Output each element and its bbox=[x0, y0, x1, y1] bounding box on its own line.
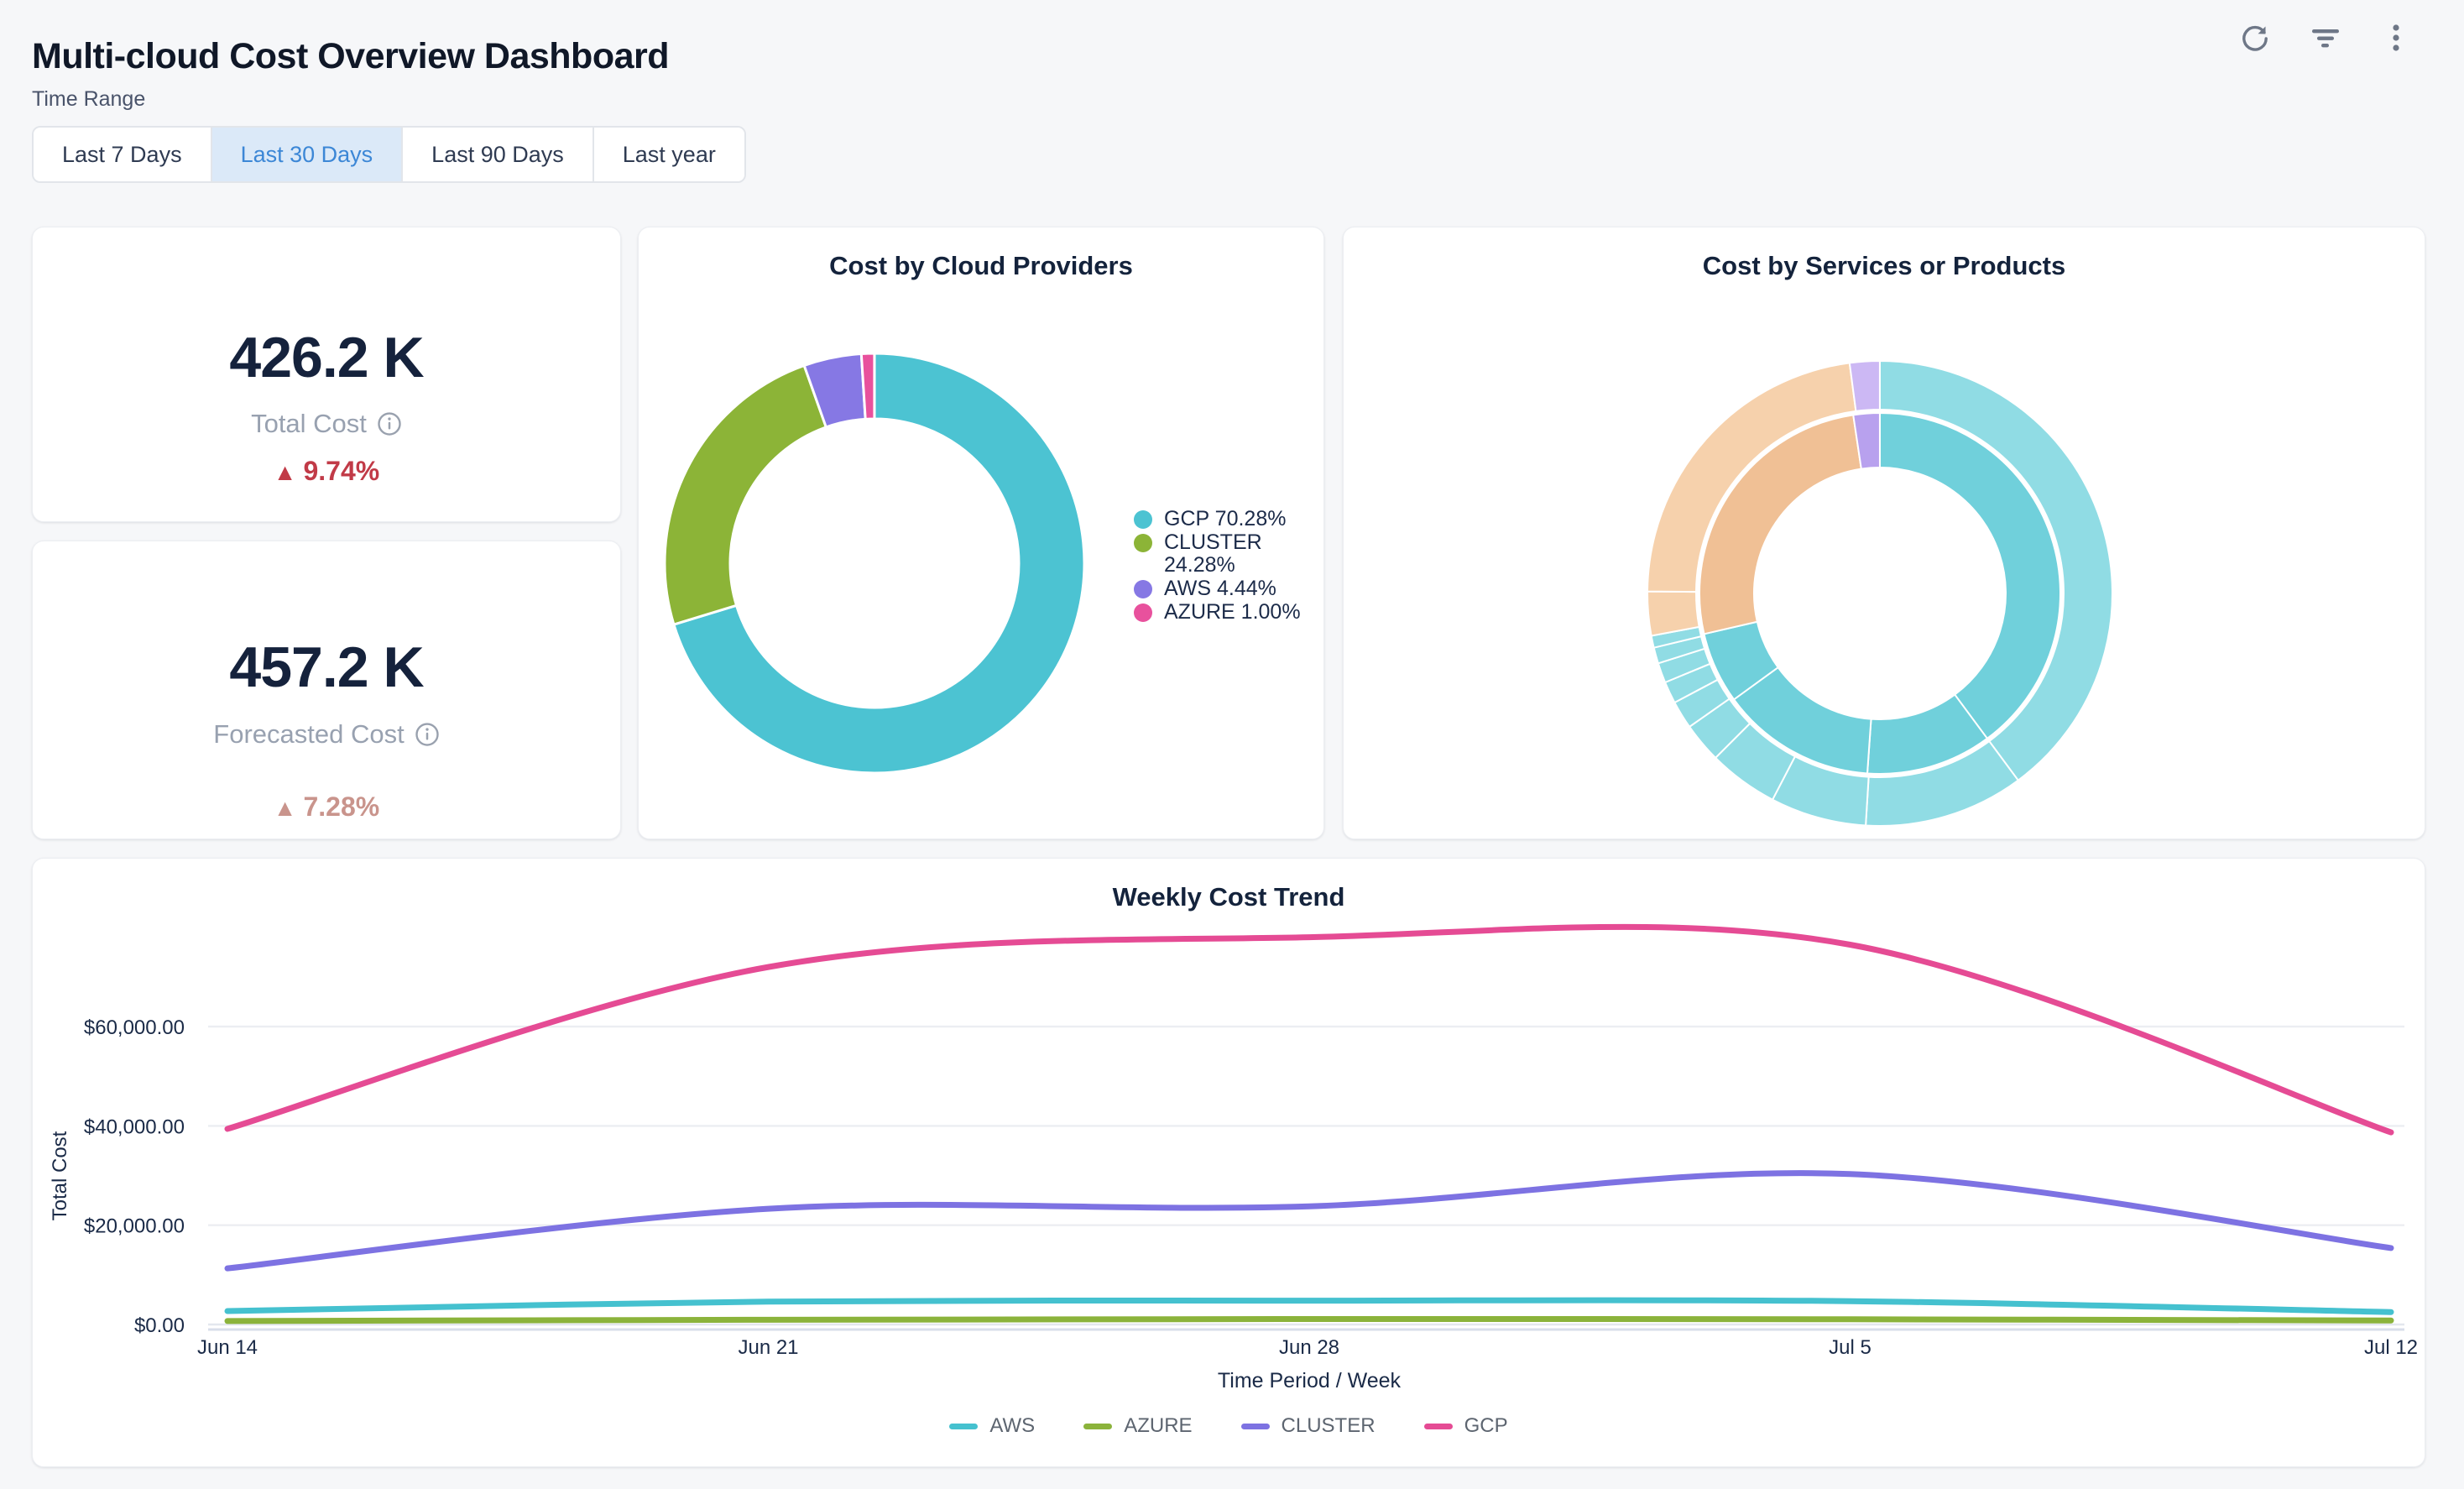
forecasted-cost-value: 457.2 K bbox=[33, 635, 620, 700]
legend-item-aws[interactable]: AWS 4.44% bbox=[1134, 577, 1306, 600]
forecasted-cost-label: Forecasted Cost bbox=[213, 719, 404, 750]
chart-card-cost-by-cloud-providers: Cost by Cloud Providers GCP 70.28%CLUSTE… bbox=[638, 227, 1324, 839]
x-axis-title: Time Period / Week bbox=[1218, 1369, 1402, 1392]
more-vertical-icon[interactable] bbox=[2380, 22, 2412, 54]
y-tick-label: $40,000.00 bbox=[84, 1115, 185, 1138]
weekly-legend-item-azure[interactable]: AZURE bbox=[1083, 1414, 1192, 1438]
legend-label: AWS bbox=[989, 1414, 1035, 1438]
forecasted-cost-label-row: Forecasted Cost bbox=[33, 719, 620, 750]
x-tick-label: Jul 5 bbox=[1829, 1336, 1871, 1359]
donut-segment-cluster bbox=[665, 365, 826, 624]
providers-legend: GCP 70.28%CLUSTER 24.28%AWS 4.44%AZURE 1… bbox=[1134, 508, 1306, 624]
total-cost-value: 426.2 K bbox=[33, 325, 620, 390]
x-tick-label: Jun 28 bbox=[1279, 1336, 1339, 1359]
legend-label: CLUSTER bbox=[1282, 1414, 1376, 1438]
legend-item-azure[interactable]: AZURE 1.00% bbox=[1134, 601, 1306, 624]
weekly-legend: AWS AZURE CLUSTER GCP bbox=[33, 1414, 2425, 1438]
chart-card-weekly-cost-trend: Weekly Cost Trend $60,000.00$40,000.00$2… bbox=[32, 858, 2425, 1467]
chart-card-cost-by-services: Cost by Services or Products bbox=[1343, 227, 2425, 839]
time-range-option-last-30-days[interactable]: Last 30 Days bbox=[212, 128, 404, 181]
legend-swatch bbox=[1241, 1424, 1270, 1429]
weekly-legend-item-cluster[interactable]: CLUSTER bbox=[1241, 1414, 1376, 1438]
legend-label: AZURE 1.00% bbox=[1164, 601, 1301, 624]
kpi-card-total-cost: 426.2 K Total Cost ▲9.74% bbox=[32, 227, 621, 522]
legend-swatch bbox=[1083, 1424, 1112, 1429]
total-cost-label-row: Total Cost bbox=[33, 409, 620, 439]
up-triangle-icon: ▲ bbox=[274, 459, 297, 485]
legend-dot bbox=[1134, 510, 1152, 529]
forecasted-cost-delta: ▲7.28% bbox=[33, 792, 620, 823]
page-title: Multi-cloud Cost Overview Dashboard bbox=[32, 36, 669, 77]
sunburst-outer-segment-12 bbox=[1850, 361, 1880, 411]
y-tick-label: $20,000.00 bbox=[84, 1215, 185, 1238]
time-range-option-last-7-days[interactable]: Last 7 Days bbox=[34, 128, 212, 181]
y-tick-label: $0.00 bbox=[134, 1314, 185, 1337]
time-range-option-last-year[interactable]: Last year bbox=[594, 128, 744, 181]
legend-label: AZURE bbox=[1124, 1414, 1192, 1438]
services-sunburst-chart[interactable] bbox=[1344, 227, 2425, 839]
info-icon[interactable] bbox=[415, 722, 440, 747]
series-line-cluster bbox=[227, 1173, 2391, 1269]
toolbar bbox=[2239, 22, 2412, 54]
x-tick-label: Jul 12 bbox=[2364, 1336, 2418, 1359]
series-line-azure bbox=[227, 1319, 2391, 1320]
up-triangle-icon: ▲ bbox=[274, 795, 297, 821]
legend-label: CLUSTER 24.28% bbox=[1164, 531, 1306, 577]
legend-dot bbox=[1134, 534, 1152, 552]
y-tick-label: $60,000.00 bbox=[84, 1016, 185, 1039]
x-tick-label: Jun 14 bbox=[197, 1336, 258, 1359]
time-range-button-group: Last 7 DaysLast 30 DaysLast 90 DaysLast … bbox=[32, 126, 746, 183]
total-cost-delta: ▲9.74% bbox=[33, 456, 620, 487]
legend-dot bbox=[1134, 580, 1152, 598]
series-line-gcp bbox=[227, 927, 2391, 1132]
series-line-aws bbox=[227, 1300, 2391, 1312]
filter-icon[interactable] bbox=[2310, 22, 2341, 54]
time-range-option-last-90-days[interactable]: Last 90 Days bbox=[403, 128, 594, 181]
info-icon[interactable] bbox=[377, 411, 402, 436]
legend-label: GCP bbox=[1464, 1414, 1508, 1438]
y-axis-title: Total Cost bbox=[49, 1131, 71, 1220]
refresh-icon[interactable] bbox=[2239, 22, 2271, 54]
legend-label: AWS 4.44% bbox=[1164, 577, 1276, 600]
weekly-trend-line-chart[interactable]: $60,000.00 $40,000.00 $20,000.00 $0.00 Jun 1… bbox=[33, 859, 2425, 1466]
time-range-label: Time Range bbox=[32, 87, 145, 112]
x-tick-label: Jun 21 bbox=[738, 1336, 798, 1359]
legend-item-gcp[interactable]: GCP 70.28% bbox=[1134, 508, 1306, 530]
legend-dot bbox=[1134, 603, 1152, 622]
legend-swatch bbox=[1424, 1424, 1453, 1429]
weekly-legend-item-gcp[interactable]: GCP bbox=[1424, 1414, 1508, 1438]
legend-label: GCP 70.28% bbox=[1164, 508, 1286, 530]
total-cost-label: Total Cost bbox=[251, 409, 367, 439]
kpi-card-forecasted-cost: 457.2 K Forecasted Cost ▲7.28% bbox=[32, 541, 621, 839]
legend-item-cluster[interactable]: CLUSTER 24.28% bbox=[1134, 531, 1306, 577]
sunburst-outer-segment-10 bbox=[1647, 592, 1699, 636]
legend-swatch bbox=[949, 1424, 978, 1429]
weekly-legend-item-aws[interactable]: AWS bbox=[949, 1414, 1035, 1438]
